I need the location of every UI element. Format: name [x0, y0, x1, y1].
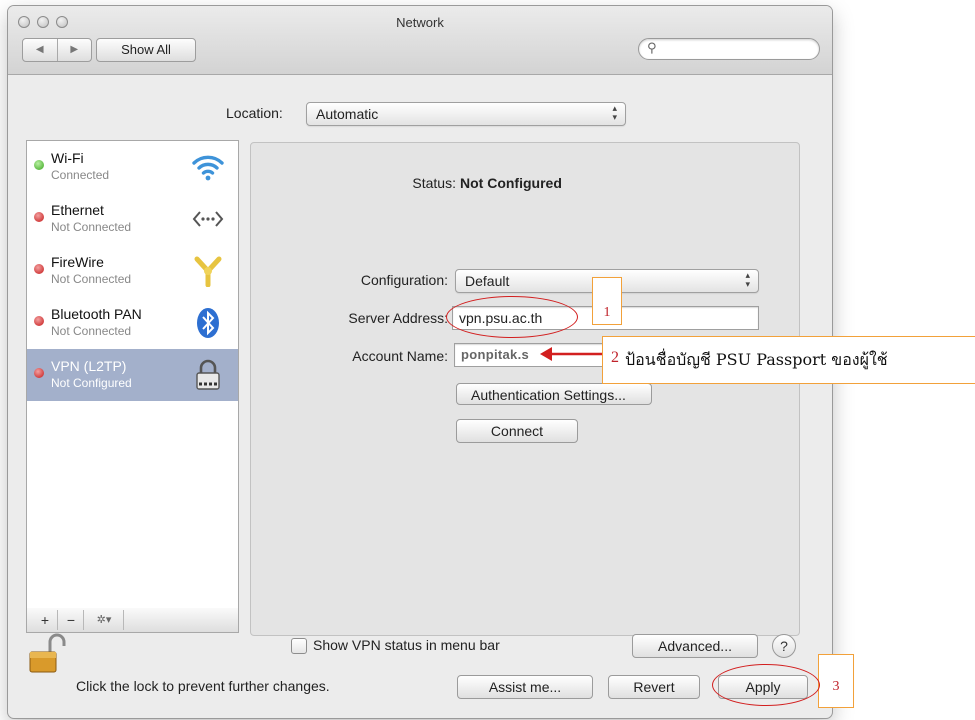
- annotation-callout-2: 2 ป้อนชื่อบัญชี PSU Passport ของผู้ใช้: [602, 336, 975, 384]
- server-address-label: Server Address:: [348, 310, 448, 326]
- service-name: VPN (L2TP): [51, 358, 127, 374]
- help-button[interactable]: ?: [772, 634, 796, 658]
- service-list-toolbar: + − ✲▾: [26, 608, 239, 633]
- back-icon[interactable]: ◀: [23, 39, 58, 61]
- bluetooth-icon: [197, 308, 219, 338]
- add-service-button[interactable]: +: [33, 610, 58, 630]
- window-title: Network: [396, 15, 444, 30]
- service-status: Not Connected: [51, 324, 132, 338]
- location-popup[interactable]: Automatic ▴ ▾: [306, 102, 626, 126]
- service-status: Not Configured: [51, 376, 132, 390]
- show-vpn-status-label: Show VPN status in menu bar: [313, 637, 500, 653]
- assist-me-button[interactable]: Assist me...: [457, 675, 593, 699]
- location-value: Automatic: [316, 106, 379, 122]
- status-dot: [34, 264, 44, 274]
- annotation-instruction-text: ป้อนชื่อบัญชี PSU Passport ของผู้ใช้: [625, 350, 888, 369]
- service-item-vpn-l2tp[interactable]: VPN (L2TP) Not Configured: [27, 349, 238, 401]
- search-field[interactable]: ⚲: [638, 38, 820, 60]
- lock-message: Click the lock to prevent further change…: [76, 678, 330, 694]
- lock-icon: [196, 359, 220, 390]
- service-item-bluetooth-pan[interactable]: Bluetooth PAN Not Connected: [27, 297, 238, 349]
- annotation-number-2: 2: [611, 349, 619, 366]
- title-toolbar: Network ◀ ▶ Show All ⚲: [8, 6, 832, 75]
- location-label: Location:: [226, 105, 283, 121]
- connect-button[interactable]: Connect: [456, 419, 578, 443]
- account-name-value: ponpitak.s: [461, 347, 530, 362]
- service-status: Not Connected: [51, 272, 132, 286]
- show-all-button[interactable]: Show All: [96, 38, 196, 62]
- configuration-value: Default: [465, 273, 510, 289]
- gear-menu-button[interactable]: ✲▾: [85, 610, 124, 630]
- popup-arrows-icon: ▴ ▾: [745, 270, 750, 289]
- service-item-wifi[interactable]: Wi-Fi Connected: [27, 141, 238, 193]
- service-name: Wi-Fi: [51, 150, 84, 166]
- service-item-firewire[interactable]: FireWire Not Connected: [27, 245, 238, 297]
- annotation-number-3: 3: [818, 654, 854, 708]
- back-forward-control: ◀ ▶: [22, 38, 92, 62]
- service-name: Bluetooth PAN: [51, 306, 142, 322]
- annotation-ellipse-server: [446, 296, 578, 338]
- authentication-settings-button[interactable]: Authentication Settings...: [456, 383, 652, 405]
- status-dot: [34, 212, 44, 222]
- service-list: Wi-Fi Connected Ethernet Not Connected F…: [26, 140, 239, 610]
- status-value: Not Configured: [460, 175, 562, 191]
- padlock-icon[interactable]: [26, 632, 66, 674]
- configuration-label: Configuration:: [360, 272, 448, 288]
- remove-service-button[interactable]: −: [59, 610, 84, 630]
- service-name: Ethernet: [51, 202, 104, 218]
- advanced-button[interactable]: Advanced...: [632, 634, 758, 658]
- annotation-ellipse-apply: [712, 664, 820, 706]
- wifi-icon: [192, 155, 224, 181]
- revert-button[interactable]: Revert: [608, 675, 700, 699]
- annotation-number-1: 1: [592, 277, 622, 325]
- account-name-label: Account Name:: [352, 348, 448, 364]
- forward-icon[interactable]: ▶: [58, 39, 92, 61]
- service-status: Connected: [51, 168, 110, 182]
- service-name: FireWire: [51, 254, 104, 270]
- service-status: Not Connected: [51, 220, 132, 234]
- search-icon: ⚲: [647, 40, 657, 55]
- status-dot: [34, 160, 44, 170]
- annotation-arrow-icon: [540, 347, 604, 361]
- status-dot: [34, 368, 44, 378]
- popup-arrows-icon: ▴ ▾: [612, 103, 617, 122]
- status-dot: [34, 316, 44, 326]
- status-label: Status:: [412, 175, 456, 191]
- firewire-icon: [194, 256, 222, 287]
- ethernet-icon: [192, 211, 224, 227]
- service-item-ethernet[interactable]: Ethernet Not Connected: [27, 193, 238, 245]
- show-vpn-status-checkbox[interactable]: [291, 638, 307, 654]
